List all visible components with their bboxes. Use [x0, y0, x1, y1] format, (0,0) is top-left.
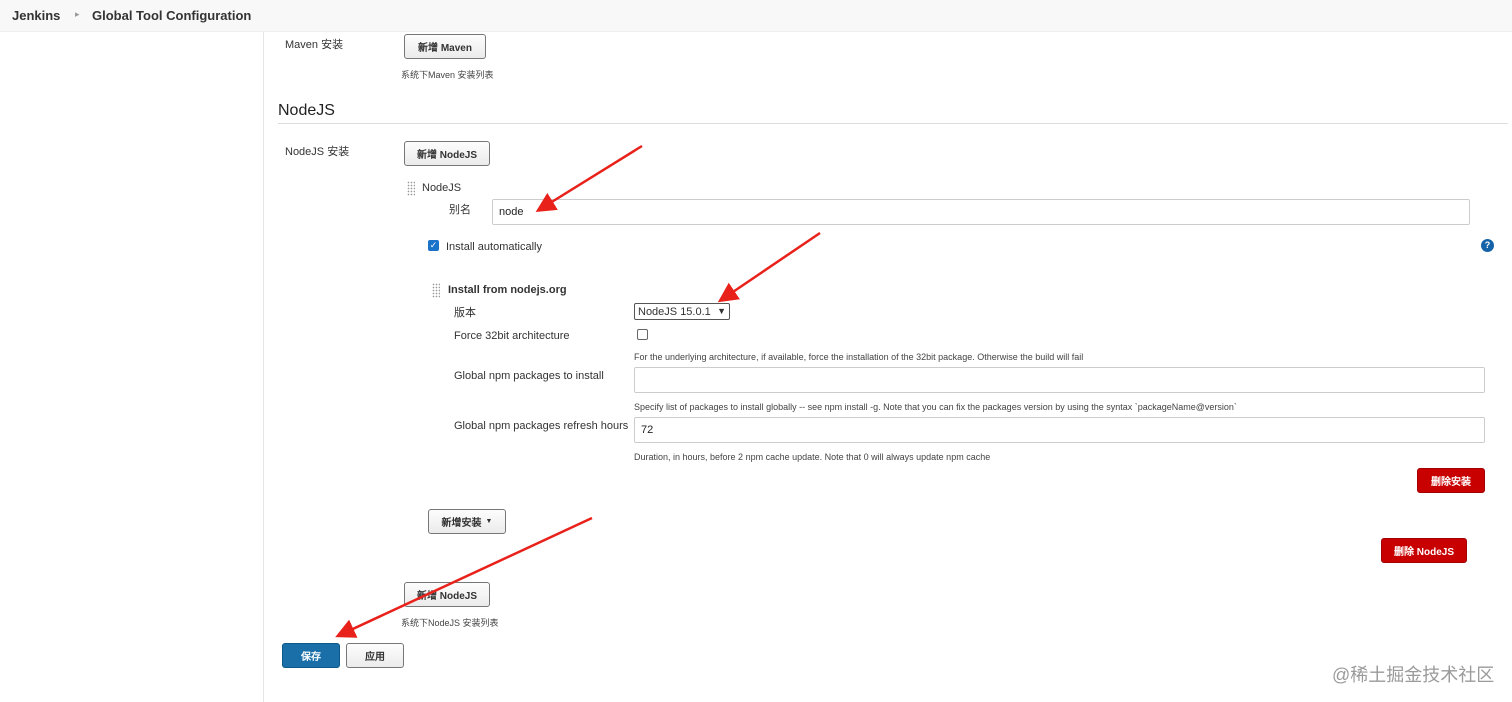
force32-help: For the underlying architecture, if avai… — [634, 352, 1084, 362]
force32-checkbox[interactable] — [637, 329, 648, 340]
refresh-hours-help: Duration, in hours, before 2 npm cache u… — [634, 452, 991, 462]
add-maven-button[interactable]: 新增 Maven — [404, 34, 486, 59]
section-title-nodejs: NodeJS — [278, 102, 335, 119]
version-label: 版本 — [454, 307, 476, 319]
arrow-to-version — [717, 231, 821, 303]
global-npm-input[interactable] — [634, 367, 1485, 393]
breadcrumb: Jenkins ▸ Global Tool Configuration — [0, 0, 1512, 32]
delete-nodejs-button[interactable]: 删除 NodeJS — [1381, 538, 1467, 563]
maven-install-label: Maven 安装 — [285, 39, 344, 51]
section-divider — [278, 123, 1508, 124]
installer-title: Install from nodejs.org — [448, 284, 567, 296]
add-nodejs-button-bottom[interactable]: 新增 NodeJS — [404, 582, 490, 607]
refresh-hours-label: Global npm packages refresh hours — [454, 420, 629, 432]
breadcrumb-jenkins[interactable]: Jenkins — [12, 8, 60, 23]
install-automatically-label: Install automatically — [446, 241, 542, 253]
save-button[interactable]: 保存 — [282, 643, 340, 668]
watermark-text: @稀土掘金技术社区 — [1332, 665, 1495, 685]
drag-handle-icon[interactable] — [432, 283, 440, 298]
help-icon[interactable]: ? — [1481, 239, 1494, 252]
chevron-right-icon: ▸ — [75, 9, 80, 19]
global-npm-help: Specify list of packages to install glob… — [634, 402, 1237, 412]
alias-input[interactable]: node — [492, 199, 1470, 225]
version-select-value: NodeJS 15.0.1 — [638, 305, 711, 318]
breadcrumb-current[interactable]: Global Tool Configuration — [92, 8, 251, 23]
nodejs-help-text: 系统下NodeJS 安装列表 — [401, 618, 499, 628]
add-installer-button[interactable]: 新增安装 ▼ — [428, 509, 506, 534]
global-npm-label: Global npm packages to install — [454, 370, 604, 382]
add-nodejs-button[interactable]: 新增 NodeJS — [404, 141, 490, 166]
drag-handle-icon[interactable] — [407, 181, 415, 196]
nodejs-item-header: NodeJS — [422, 182, 462, 194]
refresh-hours-input[interactable]: 72 — [634, 417, 1485, 443]
alias-label: 别名 — [449, 204, 471, 216]
delete-installer-button[interactable]: 删除安装 — [1417, 468, 1485, 493]
sidebar-divider — [263, 32, 264, 702]
apply-button[interactable]: 应用 — [346, 643, 404, 668]
maven-help-text: 系统下Maven 安装列表 — [401, 70, 494, 80]
add-installer-label: 新增安装 — [441, 518, 482, 529]
force32-label: Force 32bit architecture — [454, 330, 570, 342]
nodejs-install-label: NodeJS 安装 — [285, 146, 350, 158]
caret-down-icon: ▼ — [485, 518, 493, 525]
install-automatically-checkbox[interactable]: ✓ — [428, 240, 439, 251]
annotation-arrows — [335, 144, 821, 638]
chevron-down-icon: ▼ — [717, 306, 726, 316]
version-select[interactable]: NodeJS 15.0.1 ▼ — [634, 303, 730, 320]
